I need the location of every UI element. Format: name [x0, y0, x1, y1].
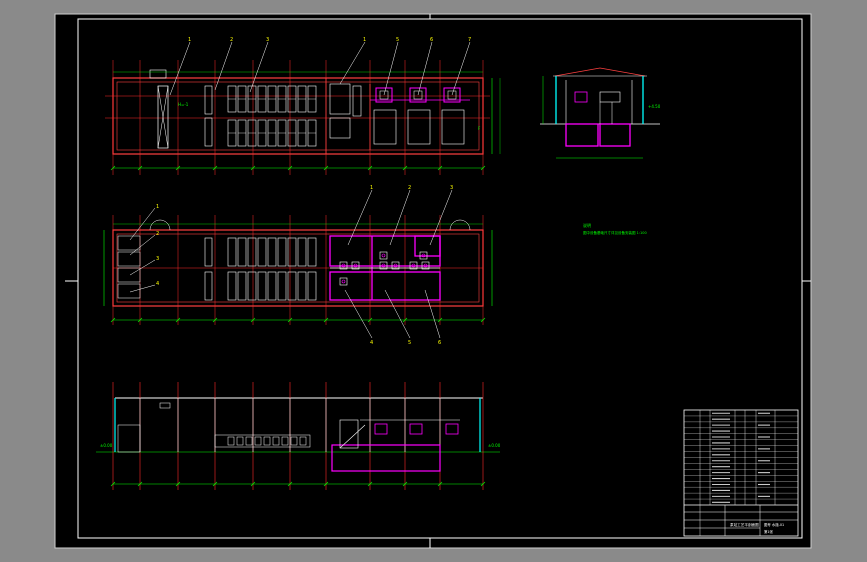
- svg-text:H=-1: H=-1: [178, 102, 189, 107]
- callout-label: 5: [408, 340, 411, 346]
- svg-text:+4.50: +4.50: [648, 104, 661, 109]
- title-block-sheet: 第1张: [764, 529, 774, 534]
- section-note: 图中设备基础尺寸详见设备安装图 1:100: [583, 230, 647, 235]
- callout-label: 5: [396, 37, 399, 43]
- svg-text:±0.00: ±0.00: [488, 443, 501, 448]
- callout-label: 2: [408, 185, 411, 191]
- callout-label: 6: [438, 340, 441, 346]
- svg-text:±0.00: ±0.00: [100, 443, 113, 448]
- title-block-drawing-number: 图号 水施-01: [764, 522, 784, 527]
- callout-label: 7: [468, 37, 471, 43]
- callout-label: 3: [450, 185, 453, 191]
- callout-label: 6: [430, 37, 433, 43]
- title-block-project-title: 泵站工艺平剖面图: [730, 522, 759, 527]
- callout-label: 3: [156, 256, 159, 262]
- callout-label: 1: [156, 204, 159, 210]
- section-annotation: 说明: [583, 222, 591, 228]
- cad-drawing-canvas[interactable]: H=-1 F 1 2 3 1 5 6 7 1 2 3 4 1 2 3 4 5 6…: [0, 0, 867, 562]
- callout-label: 1: [370, 185, 373, 191]
- callout-label: 4: [370, 340, 373, 346]
- drawing-sheet: [54, 13, 812, 549]
- callout-label: 2: [230, 37, 233, 43]
- callout-label: 1: [363, 37, 366, 43]
- callout-label: 1: [188, 37, 191, 43]
- callout-label: 3: [266, 37, 269, 43]
- callout-label: 2: [156, 231, 159, 237]
- callout-label: 4: [156, 281, 159, 287]
